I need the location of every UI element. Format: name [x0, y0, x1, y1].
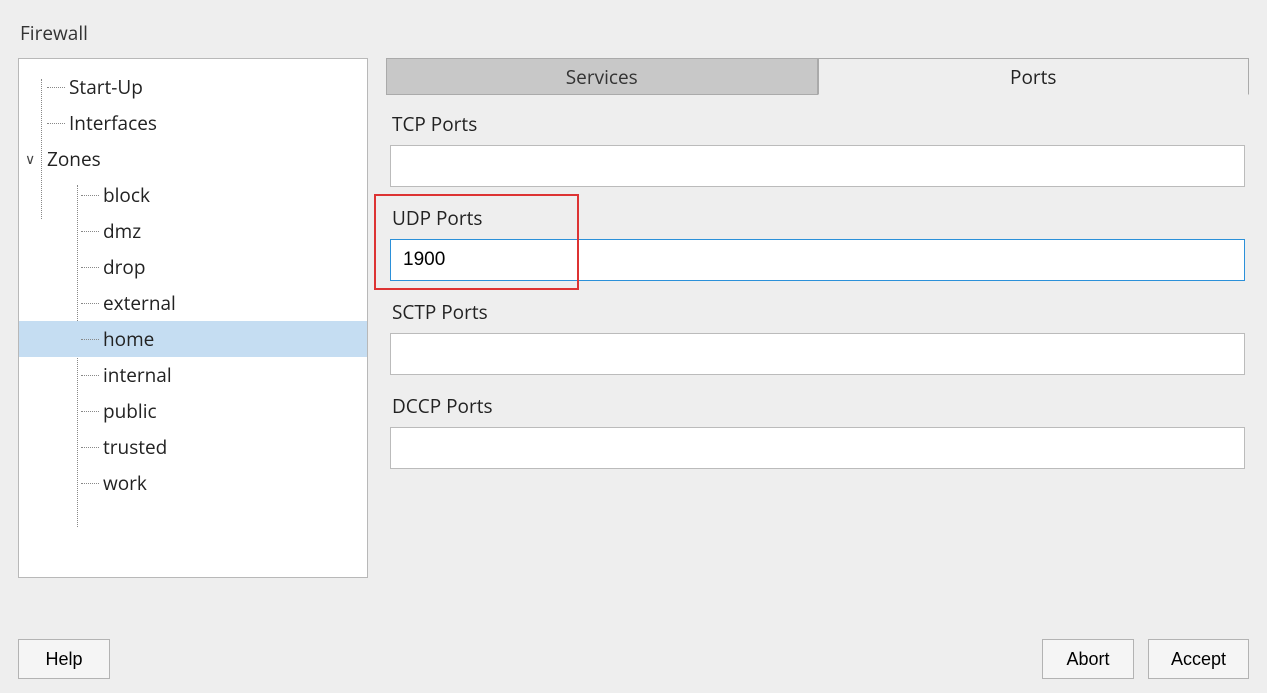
tree-item-label: block [103, 182, 150, 208]
page-title: Firewall [20, 20, 1249, 46]
tree-item-label: work [103, 470, 147, 496]
tree-item-label: home [103, 326, 154, 352]
tree-item-block[interactable]: block [19, 177, 367, 213]
tab-bar: Services Ports [386, 58, 1249, 95]
dccp-ports-label: DCCP Ports [392, 393, 1245, 419]
tab-services[interactable]: Services [386, 58, 818, 95]
tab-ports[interactable]: Ports [818, 58, 1250, 95]
tree-item-label: dmz [103, 218, 141, 244]
tree-item-home[interactable]: home [19, 321, 367, 357]
tree-item-internal[interactable]: internal [19, 357, 367, 393]
tcp-ports-label: TCP Ports [392, 111, 1245, 137]
tcp-ports-input[interactable] [390, 145, 1245, 187]
help-button[interactable]: Help [18, 639, 110, 679]
tree-item-label: internal [103, 362, 172, 388]
tree-item-label: trusted [103, 434, 167, 460]
tree-item-public[interactable]: public [19, 393, 367, 429]
tree-item-label: external [103, 290, 176, 316]
navigation-tree: Start-Up Interfaces ∨ Zones block dmz dr… [18, 58, 368, 578]
tree-item-label: Interfaces [69, 110, 157, 136]
abort-button[interactable]: Abort [1042, 639, 1134, 679]
chevron-down-icon[interactable]: ∨ [25, 150, 43, 169]
udp-ports-label: UDP Ports [392, 205, 1245, 231]
ports-panel: TCP Ports UDP Ports SCTP Ports DCCP Port… [386, 95, 1249, 487]
dccp-ports-input[interactable] [390, 427, 1245, 469]
tree-item-label: public [103, 398, 157, 424]
udp-ports-input[interactable] [390, 239, 1245, 281]
tree-item-startup[interactable]: Start-Up [19, 69, 367, 105]
sctp-ports-input[interactable] [390, 333, 1245, 375]
tree-item-label: Zones [47, 146, 101, 172]
tree-item-label: drop [103, 254, 145, 280]
sctp-ports-label: SCTP Ports [392, 299, 1245, 325]
tree-item-zones[interactable]: ∨ Zones [19, 141, 367, 177]
tree-item-dmz[interactable]: dmz [19, 213, 367, 249]
tree-item-label: Start-Up [69, 74, 143, 100]
accept-button[interactable]: Accept [1148, 639, 1249, 679]
tree-item-external[interactable]: external [19, 285, 367, 321]
tree-item-trusted[interactable]: trusted [19, 429, 367, 465]
tree-item-interfaces[interactable]: Interfaces [19, 105, 367, 141]
tree-item-work[interactable]: work [19, 465, 367, 501]
tree-item-drop[interactable]: drop [19, 249, 367, 285]
